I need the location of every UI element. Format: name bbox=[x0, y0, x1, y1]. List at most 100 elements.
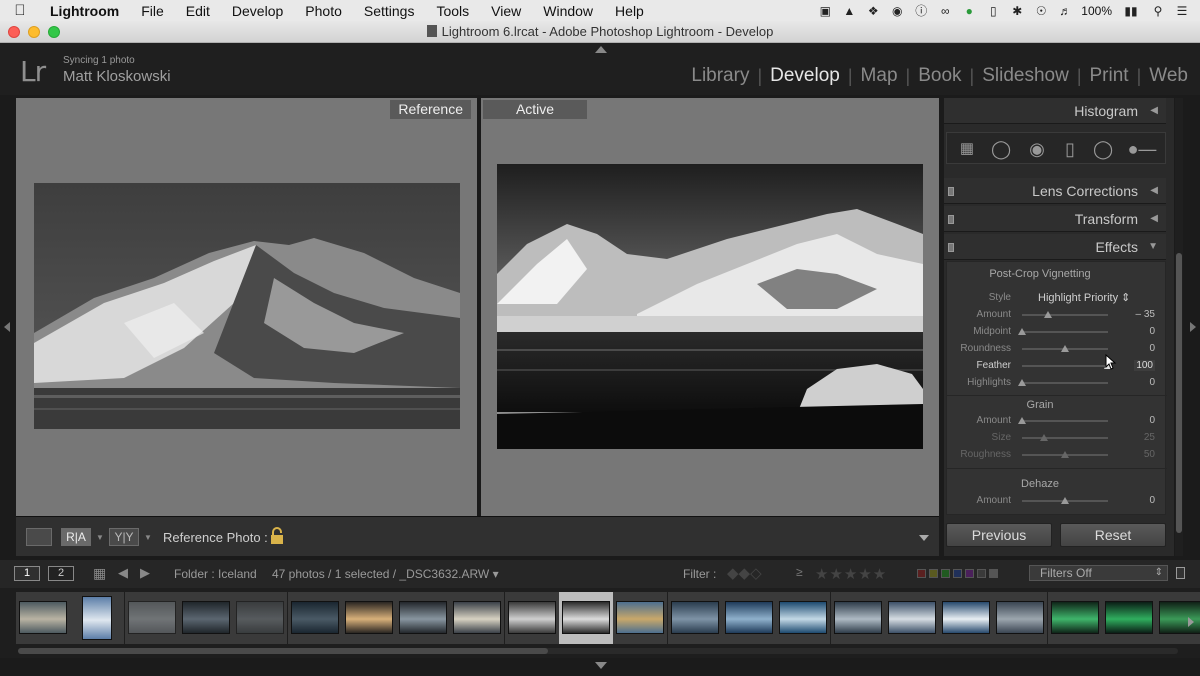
filmstrip-thumbnail[interactable] bbox=[16, 592, 70, 644]
menu-tools[interactable]: Tools bbox=[425, 3, 480, 19]
flag-filter-icon[interactable]: ◆◆◇ bbox=[727, 564, 762, 582]
menu-app-name[interactable]: Lightroom bbox=[40, 3, 130, 19]
red-label-swatch[interactable] bbox=[917, 569, 926, 578]
transform-toggle[interactable] bbox=[948, 215, 954, 224]
module-web[interactable]: Web bbox=[1141, 65, 1188, 87]
filmstrip-thumbnail[interactable] bbox=[1047, 592, 1102, 644]
reference-pane[interactable]: Reference bbox=[16, 98, 477, 516]
previous-button[interactable]: Previous bbox=[946, 523, 1052, 547]
grain-amount-value[interactable]: 0 bbox=[1149, 415, 1155, 426]
lens-corrections-header[interactable]: Lens Corrections ◀ bbox=[944, 178, 1166, 204]
filmstrip-thumbnail[interactable] bbox=[233, 592, 288, 644]
grain-size-value[interactable]: 25 bbox=[1144, 432, 1155, 443]
lens-corrections-collapse-icon[interactable]: ◀ bbox=[1150, 178, 1158, 204]
filmstrip-thumbnail[interactable] bbox=[70, 592, 125, 644]
toolbar-content-dropdown-icon[interactable] bbox=[919, 535, 929, 541]
back-arrow-icon[interactable]: ◀ bbox=[118, 565, 128, 581]
grain-size-handle[interactable] bbox=[1039, 434, 1048, 441]
right-panel-scroll-thumb[interactable] bbox=[1176, 253, 1182, 533]
vignette-amount-value[interactable]: – 35 bbox=[1136, 309, 1155, 320]
reset-button[interactable]: Reset bbox=[1060, 523, 1166, 547]
filmstrip-scroll-thumb[interactable] bbox=[18, 648, 548, 654]
filmstrip-thumbnail[interactable] bbox=[178, 592, 233, 644]
histogram-collapse-icon[interactable]: ◀ bbox=[1150, 98, 1158, 124]
vignette-feather-slider[interactable] bbox=[1022, 362, 1112, 369]
info-icon[interactable]: ⓘ bbox=[913, 4, 929, 18]
adjustment-brush-tool-icon[interactable]: ●— bbox=[1127, 139, 1157, 159]
filmstrip-thumbnail[interactable] bbox=[939, 592, 994, 644]
airplay-icon[interactable]: ▯ bbox=[985, 4, 1001, 18]
right-panel-toggle-icon[interactable] bbox=[1190, 322, 1196, 332]
menu-photo[interactable]: Photo bbox=[294, 3, 353, 19]
forward-arrow-icon[interactable]: ▶ bbox=[140, 565, 150, 581]
ra-dropdown-icon[interactable]: ▼ bbox=[96, 533, 104, 542]
vignette-highlights-slider[interactable] bbox=[1018, 379, 1108, 386]
effects-expand-icon[interactable]: ▼ bbox=[1148, 234, 1158, 260]
histogram-header[interactable]: Histogram ◀ bbox=[944, 98, 1166, 124]
yy-dropdown-icon[interactable]: ▼ bbox=[144, 533, 152, 542]
menu-help[interactable]: Help bbox=[604, 3, 655, 19]
grain-size-slider[interactable] bbox=[1022, 434, 1108, 441]
filmstrip-thumbnail[interactable] bbox=[450, 592, 505, 644]
grain-roughness-value[interactable]: 50 bbox=[1144, 449, 1155, 460]
main-window-button[interactable]: 1 bbox=[14, 566, 40, 581]
grain-roughness-slider[interactable] bbox=[1022, 451, 1108, 458]
transform-collapse-icon[interactable]: ◀ bbox=[1150, 206, 1158, 232]
secondary-window-button[interactable]: 2 bbox=[48, 566, 74, 581]
spotlight-search-icon[interactable]: ⚲ bbox=[1150, 4, 1166, 18]
minimize-window-button[interactable] bbox=[28, 26, 40, 38]
vignette-roundness-slider[interactable] bbox=[1022, 345, 1108, 352]
crop-tool-icon[interactable]: ▦ bbox=[957, 139, 977, 159]
green-app-icon[interactable]: ● bbox=[961, 4, 977, 18]
rating-operator-icon[interactable]: ≥ bbox=[796, 565, 803, 579]
camera-icon[interactable]: ▣ bbox=[817, 4, 833, 18]
filmstrip-thumbnail[interactable] bbox=[559, 592, 613, 644]
green-label-swatch[interactable] bbox=[941, 569, 950, 578]
menu-window[interactable]: Window bbox=[532, 3, 604, 19]
graduated-filter-tool-icon[interactable]: ▯ bbox=[1060, 139, 1080, 159]
grid-view-icon[interactable]: ▦ bbox=[93, 565, 106, 582]
sync-status[interactable]: Syncing 1 photo bbox=[63, 55, 135, 66]
top-panel-toggle-icon[interactable] bbox=[595, 46, 607, 53]
vignette-amount-slider[interactable] bbox=[1022, 311, 1108, 318]
zoom-window-button[interactable] bbox=[48, 26, 60, 38]
grain-roughness-handle[interactable] bbox=[1061, 451, 1069, 458]
module-map[interactable]: Map bbox=[853, 65, 906, 87]
filmstrip-lock-icon[interactable] bbox=[1176, 567, 1185, 579]
vignette-highlights-handle[interactable] bbox=[1018, 379, 1026, 386]
dehaze-amount-handle[interactable] bbox=[1061, 497, 1069, 504]
photo-count-label[interactable]: 47 photos / 1 selected / _DSC3632.ARW ▾ bbox=[272, 567, 499, 581]
other-label-swatch[interactable] bbox=[989, 569, 998, 578]
battery-icon[interactable]: ▮▮ bbox=[1120, 4, 1142, 18]
vignette-midpoint-handle[interactable] bbox=[1018, 328, 1026, 335]
filmstrip-thumbnail[interactable] bbox=[884, 592, 939, 644]
grain-amount-slider[interactable] bbox=[1018, 417, 1108, 424]
volume-icon[interactable]: ♬ bbox=[1057, 4, 1073, 18]
spot-removal-tool-icon[interactable]: ◯ bbox=[991, 139, 1011, 159]
effects-header[interactable]: Effects ▼ bbox=[944, 234, 1166, 260]
filmstrip-thumbnail[interactable] bbox=[776, 592, 831, 644]
filmstrip-thumbnail[interactable] bbox=[341, 592, 396, 644]
right-panel-scrollbar[interactable] bbox=[1175, 98, 1183, 556]
none-label-swatch[interactable] bbox=[977, 569, 986, 578]
effects-toggle[interactable] bbox=[948, 243, 954, 252]
module-library[interactable]: Library bbox=[683, 65, 757, 87]
evernote-icon[interactable]: ◉ bbox=[889, 4, 905, 18]
left-panel-toggle-icon[interactable] bbox=[4, 322, 10, 332]
vignette-style-select[interactable]: Highlight Priority ⇕ bbox=[1038, 291, 1130, 304]
star-rating-filter[interactable]: ★★★★★ bbox=[815, 565, 887, 583]
filmstrip-thumbnail[interactable] bbox=[667, 592, 722, 644]
menu-settings[interactable]: Settings bbox=[353, 3, 426, 19]
lens-corrections-toggle[interactable] bbox=[948, 187, 954, 196]
filmstrip-thumbnail[interactable] bbox=[993, 592, 1048, 644]
lock-icon[interactable] bbox=[270, 527, 284, 545]
blue-label-swatch[interactable] bbox=[953, 569, 962, 578]
dehaze-amount-slider[interactable] bbox=[1022, 497, 1108, 504]
filmstrip-thumbnail[interactable] bbox=[396, 592, 451, 644]
vignette-roundness-value[interactable]: 0 bbox=[1149, 343, 1155, 354]
menu-file[interactable]: File bbox=[130, 3, 175, 19]
reference-active-view-button[interactable]: R|A bbox=[61, 528, 91, 546]
dehaze-amount-value[interactable]: 0 bbox=[1149, 495, 1155, 506]
grain-amount-handle[interactable] bbox=[1018, 417, 1026, 424]
yellow-label-swatch[interactable] bbox=[929, 569, 938, 578]
